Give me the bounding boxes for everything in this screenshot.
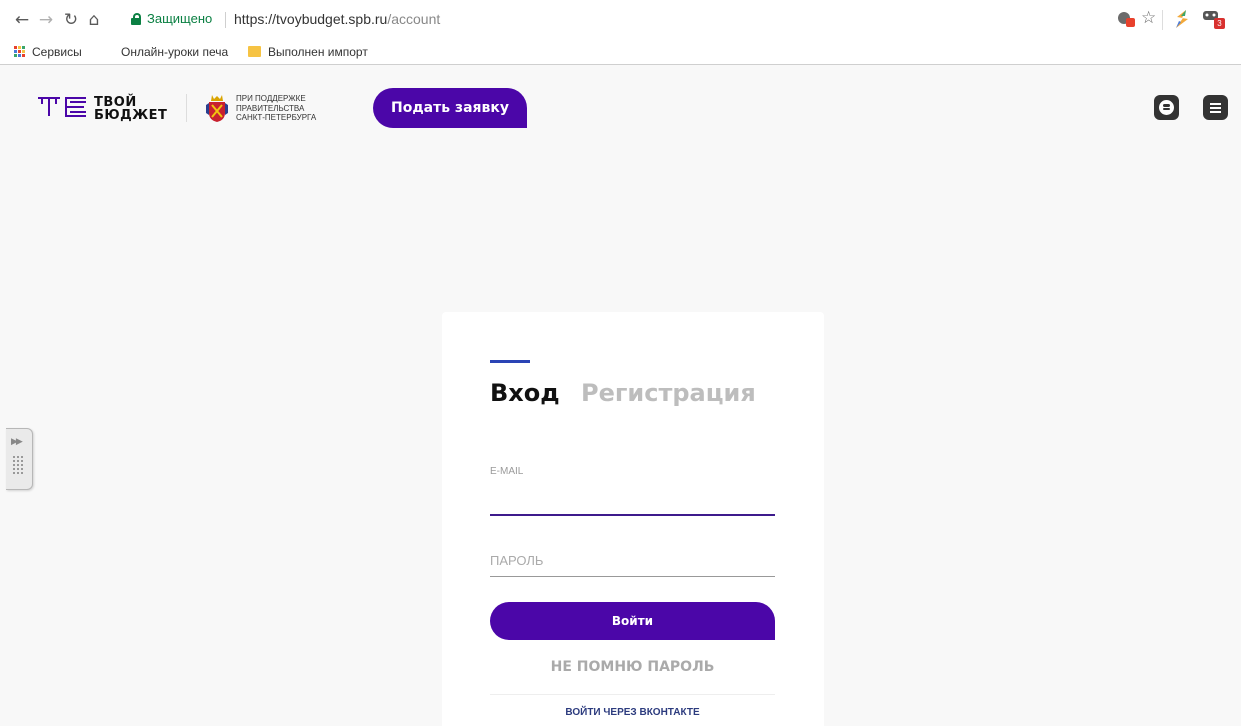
logo-divider bbox=[186, 94, 187, 122]
gamepad-extension-icon[interactable]: 3 bbox=[1202, 8, 1225, 29]
support-line-3: САНКТ-ПЕТЕРБУРГА bbox=[236, 113, 317, 122]
forgot-password-link[interactable]: НЕ ПОМНЮ ПАРОЛЬ bbox=[490, 659, 775, 675]
bookmark-online-lessons[interactable]: Онлайн-уроки печа bbox=[121, 45, 228, 59]
secure-label: Защищено bbox=[147, 11, 213, 26]
support-line-1: ПРИ ПОДДЕРЖКЕ bbox=[236, 94, 306, 103]
reload-icon[interactable]: ↻ bbox=[61, 10, 81, 30]
te-logo-icon[interactable] bbox=[36, 96, 90, 122]
home-icon[interactable]: ⌂ bbox=[84, 10, 104, 30]
active-tab-indicator bbox=[490, 360, 530, 363]
apply-button[interactable]: Подать заявку bbox=[373, 88, 527, 128]
double-arrow-icon: ▶▶ bbox=[11, 437, 23, 447]
address-bar[interactable]: https://tvoybudget.spb.ru/account bbox=[234, 11, 440, 27]
tab-login[interactable]: Вход bbox=[490, 379, 560, 407]
browser-toolbar: ← → ↻ ⌂ Защищено https://tvoybudget.spb.… bbox=[0, 0, 1241, 40]
logo-line-2: БЮДЖЕТ bbox=[94, 108, 168, 123]
side-panel-tab[interactable]: ▶▶ bbox=[6, 428, 33, 490]
tab-register[interactable]: Регистрация bbox=[581, 379, 756, 407]
account-button[interactable] bbox=[1154, 95, 1179, 120]
url-path: /account bbox=[387, 11, 441, 27]
menu-button[interactable] bbox=[1203, 95, 1228, 120]
apps-grid-icon[interactable] bbox=[14, 46, 26, 58]
back-arrow-icon[interactable]: ← bbox=[12, 10, 32, 30]
forward-arrow-icon[interactable]: → bbox=[36, 10, 56, 30]
extension-badge: 3 bbox=[1214, 18, 1225, 29]
url-separator bbox=[225, 12, 226, 28]
logo-text[interactable]: ТВОЙ БЮДЖЕТ bbox=[94, 96, 167, 122]
s-extension-icon[interactable] bbox=[1172, 8, 1190, 28]
bookmark-star-icon[interactable]: ☆ bbox=[1141, 8, 1156, 28]
translate-extension-icon[interactable] bbox=[1118, 10, 1136, 28]
lock-icon bbox=[131, 13, 141, 25]
bookmark-services[interactable]: Сервисы bbox=[32, 45, 82, 59]
email-label: E-MAIL bbox=[490, 466, 524, 477]
login-card: Вход Регистрация E-MAIL Войти НЕ ПОМНЮ П… bbox=[442, 312, 824, 726]
url-host: https://tvoybudget.spb.ru bbox=[234, 11, 388, 27]
support-line-2: ПРАВИТЕЛЬСТВА bbox=[236, 103, 305, 113]
bookmark-import[interactable]: Выполнен импорт bbox=[268, 45, 368, 59]
government-support-text: ПРИ ПОДДЕРЖКЕ ПРАВИТЕЛЬСТВА САНКТ-ПЕТЕРБ… bbox=[236, 94, 316, 123]
grip-icon bbox=[13, 456, 25, 478]
folder-icon bbox=[248, 46, 261, 57]
card-divider bbox=[490, 694, 775, 695]
toolbar-separator bbox=[1162, 10, 1163, 30]
password-field[interactable] bbox=[490, 544, 775, 577]
coat-of-arms-icon bbox=[206, 93, 228, 123]
browser-chrome: ← → ↻ ⌂ Защищено https://tvoybudget.spb.… bbox=[0, 0, 1241, 65]
vk-login-link[interactable]: ВОЙТИ ЧЕРЕЗ ВКОНТАКТЕ bbox=[490, 707, 775, 718]
email-field[interactable] bbox=[490, 484, 775, 516]
login-button[interactable]: Войти bbox=[490, 602, 775, 640]
